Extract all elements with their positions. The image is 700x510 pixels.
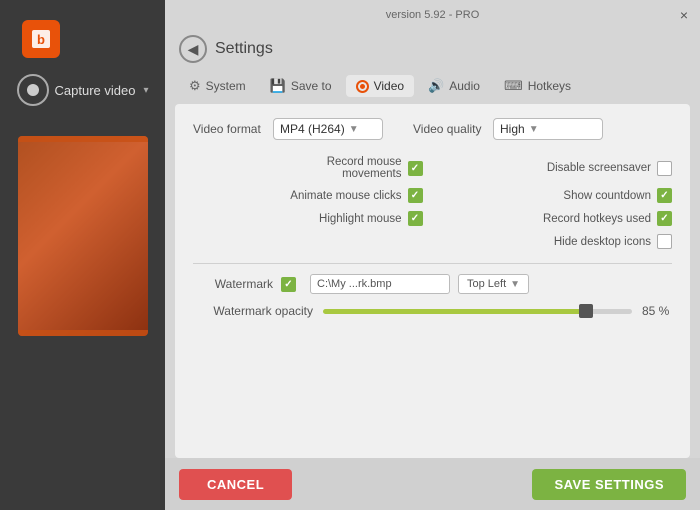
disable-screensaver-checkbox[interactable]: [657, 161, 672, 176]
divider: [193, 263, 672, 264]
hide-icons-row: Hide desktop icons: [443, 234, 673, 249]
back-arrow-icon: ◀: [188, 41, 199, 58]
quality-label: Video quality: [413, 122, 493, 136]
watermark-position-select[interactable]: Top Left ▼: [458, 274, 529, 294]
app-logo: b: [22, 20, 60, 58]
tab-video-radio-inner: [360, 84, 365, 89]
tab-audio-label: Audio: [449, 79, 480, 93]
tab-hotkeys[interactable]: ⌨ Hotkeys: [494, 74, 581, 98]
watermark-path-display[interactable]: C:\My ...rk.bmp: [310, 274, 450, 294]
tab-system-label: System: [206, 79, 246, 93]
hotkeys-icon: ⌨: [504, 78, 523, 94]
watermark-pos-value: Top Left: [467, 278, 506, 290]
saveto-icon: 💾: [270, 78, 286, 94]
hide-icons-label: Hide desktop icons: [554, 236, 651, 248]
quality-arrow: ▼: [529, 124, 539, 135]
capture-video-control[interactable]: Capture video ▾: [17, 74, 157, 106]
tab-video-label: Video: [374, 79, 404, 93]
capture-label: Capture video: [55, 83, 136, 98]
tab-audio[interactable]: 🔊 Audio: [418, 74, 490, 98]
highlight-mouse-row: Highlight mouse: [193, 211, 423, 226]
tab-saveto-label: Save to: [291, 79, 332, 93]
system-icon: ⚙: [189, 78, 201, 94]
main-area: version 5.92 - PRO × ◀ Settings ⚙ System…: [165, 0, 700, 510]
opacity-value: 85 %: [642, 304, 672, 318]
tab-hotkeys-label: Hotkeys: [528, 79, 571, 93]
tab-video[interactable]: Video: [346, 75, 414, 97]
audio-icon: 🔊: [428, 78, 444, 94]
opacity-label: Watermark opacity: [193, 304, 313, 318]
record-inner: [27, 84, 39, 96]
quality-value: High: [500, 122, 525, 136]
animate-clicks-label: Animate mouse clicks: [290, 190, 401, 202]
video-settings-panel: Video format MP4 (H264) ▼ Video quality …: [175, 104, 690, 458]
thumb-bar-bottom: [18, 330, 148, 336]
record-hotkeys-row: Record hotkeys used: [443, 211, 673, 226]
highlight-mouse-label: Highlight mouse: [319, 213, 401, 225]
slider-thumb[interactable]: [579, 304, 593, 318]
thumb-bar-top: [18, 136, 148, 142]
highlight-mouse-checkbox[interactable]: [408, 211, 423, 226]
tab-system[interactable]: ⚙ System: [179, 74, 256, 98]
quality-select[interactable]: High ▼: [493, 118, 603, 140]
hide-icons-checkbox[interactable]: [657, 234, 672, 249]
close-button[interactable]: ×: [676, 7, 692, 23]
watermark-checkbox[interactable]: [281, 277, 296, 292]
disable-screensaver-row: Disable screensaver: [443, 156, 673, 180]
format-arrow: ▼: [349, 124, 359, 135]
format-value: MP4 (H264): [280, 122, 345, 136]
record-mouse-checkbox[interactable]: [408, 161, 423, 176]
animate-clicks-checkbox[interactable]: [408, 188, 423, 203]
tab-save-to[interactable]: 💾 Save to: [260, 74, 342, 98]
sidebar: b Capture video ▾: [0, 0, 165, 510]
format-quality-row: Video format MP4 (H264) ▼ Video quality …: [193, 118, 672, 140]
watermark-pos-arrow: ▼: [510, 279, 520, 290]
back-button[interactable]: ◀: [179, 35, 207, 63]
tab-video-radio: [356, 80, 369, 93]
slider-track: [323, 309, 632, 314]
preview-thumbnail: [18, 136, 148, 336]
bottom-bar: CANCEL SAVE SETTINGS: [165, 458, 700, 510]
settings-header: ◀ Settings: [165, 30, 700, 68]
opacity-row: Watermark opacity 85 %: [193, 304, 672, 318]
settings-title: Settings: [215, 40, 273, 58]
capture-dropdown-arrow[interactable]: ▾: [143, 85, 148, 96]
checkboxes-grid: Record mousemovements Disable screensave…: [193, 152, 672, 253]
version-text: version 5.92 - PRO: [386, 9, 480, 21]
record-hotkeys-checkbox[interactable]: [657, 211, 672, 226]
watermark-row: Watermark C:\My ...rk.bmp Top Left ▼: [193, 274, 672, 294]
title-bar: version 5.92 - PRO ×: [165, 0, 700, 30]
save-settings-button[interactable]: SAVE SETTINGS: [532, 469, 686, 500]
record-button[interactable]: [17, 74, 49, 106]
show-countdown-checkbox[interactable]: [657, 188, 672, 203]
svg-text:b: b: [37, 32, 45, 47]
format-label: Video format: [193, 122, 273, 136]
show-countdown-label: Show countdown: [563, 190, 651, 202]
empty-left: [193, 234, 423, 249]
cancel-button[interactable]: CANCEL: [179, 469, 292, 500]
disable-screensaver-label: Disable screensaver: [547, 162, 651, 174]
show-countdown-row: Show countdown: [443, 188, 673, 203]
watermark-label: Watermark: [193, 277, 273, 291]
tab-bar: ⚙ System 💾 Save to Video 🔊 Audio ⌨ Hotke…: [165, 68, 700, 104]
opacity-slider[interactable]: [323, 304, 632, 318]
format-select[interactable]: MP4 (H264) ▼: [273, 118, 383, 140]
animate-clicks-row: Animate mouse clicks: [193, 188, 423, 203]
record-mouse-label: Record mousemovements: [327, 156, 402, 180]
record-hotkeys-label: Record hotkeys used: [543, 213, 651, 225]
record-mouse-row: Record mousemovements: [193, 156, 423, 180]
